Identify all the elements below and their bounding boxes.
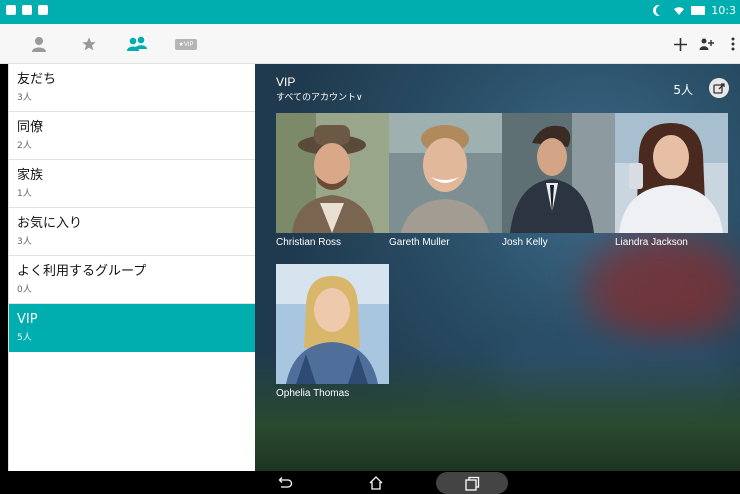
group-item-coworkers[interactable]: 同僚 2人	[9, 112, 255, 160]
back-button[interactable]	[275, 474, 295, 492]
group-count: 5人	[17, 333, 32, 343]
notification-icon	[22, 5, 32, 15]
group-count: 0人	[17, 285, 32, 295]
group-icon	[127, 36, 147, 51]
toolbar: ★VIP	[0, 24, 740, 64]
tab-groups[interactable]	[123, 30, 151, 58]
contact-photo	[276, 264, 389, 384]
export-button[interactable]	[709, 78, 729, 98]
recent-apps-button[interactable]	[462, 474, 482, 492]
contact-name: Christian Ross	[276, 237, 342, 248]
tab-favorites[interactable]	[75, 30, 103, 58]
export-icon	[713, 82, 725, 94]
add-group-icon	[699, 38, 714, 50]
group-name: よく利用するグループ	[17, 264, 147, 279]
group-item-vip[interactable]: VIP 5人	[9, 304, 255, 352]
home-icon	[369, 476, 383, 490]
add-contact-button[interactable]	[670, 31, 690, 57]
contact-card[interactable]: Josh Kelly	[502, 113, 615, 248]
group-count: 2人	[17, 141, 32, 151]
plus-icon	[673, 37, 687, 51]
contact-name: Liandra Jackson	[615, 237, 688, 248]
contact-photo	[615, 113, 728, 233]
group-detail-panel: VIP すべてのアカウント∨ 5人 Christian Ross Gareth …	[255, 64, 740, 471]
contact-photo	[276, 113, 389, 233]
group-header: VIP すべてのアカウント∨	[276, 75, 363, 103]
background-blur	[585, 234, 740, 344]
contact-card[interactable]: Gareth Muller	[389, 113, 502, 248]
group-name: VIP	[17, 312, 38, 327]
contact-card[interactable]: Liandra Jackson	[615, 113, 728, 248]
group-name: 家族	[17, 168, 44, 183]
group-count: 3人	[17, 93, 32, 103]
group-item-friends[interactable]: 友だち 3人	[9, 64, 255, 112]
group-title: VIP	[276, 75, 296, 89]
contact-name: Josh Kelly	[502, 237, 548, 248]
group-item-favorites[interactable]: お気に入り 3人	[9, 208, 255, 256]
screenshot-icon	[38, 5, 48, 15]
group-item-frequent[interactable]: よく利用するグループ 0人	[9, 256, 255, 304]
group-list: 友だち 3人 同僚 2人 家族 1人 お気に入り 3人 よく利用するグループ 0…	[8, 64, 255, 471]
cloud-icon	[6, 5, 16, 15]
contact-photo	[389, 113, 502, 233]
group-count: 3人	[17, 237, 32, 247]
tab-contacts[interactable]	[25, 30, 53, 58]
clock: 10:3	[711, 4, 736, 17]
more-icon	[731, 37, 735, 51]
wifi-icon	[674, 6, 685, 15]
status-bar: 10:3	[0, 0, 740, 24]
add-group-button[interactable]	[697, 31, 717, 57]
recent-apps-icon	[465, 476, 480, 491]
battery-icon	[691, 6, 706, 15]
star-icon	[82, 37, 96, 51]
member-count: 5人	[673, 83, 693, 97]
group-item-family[interactable]: 家族 1人	[9, 160, 255, 208]
back-icon	[278, 477, 293, 488]
vip-icon: ★VIP	[175, 38, 197, 50]
person-icon	[32, 37, 46, 52]
contact-card[interactable]: Christian Ross	[276, 113, 389, 248]
group-name: お気に入り	[17, 216, 83, 231]
navigation-bar	[0, 471, 740, 494]
tab-vip[interactable]: ★VIP	[173, 30, 199, 58]
do-not-disturb-icon	[656, 5, 667, 16]
home-button[interactable]	[366, 474, 386, 492]
contact-photo	[502, 113, 615, 233]
group-name: 友だち	[17, 72, 57, 87]
group-name: 同僚	[17, 120, 44, 135]
group-count: 1人	[17, 189, 32, 199]
contact-card[interactable]: Ophelia Thomas	[276, 264, 389, 399]
account-filter-dropdown[interactable]: すべてのアカウント∨	[276, 90, 363, 103]
contact-name: Ophelia Thomas	[276, 388, 350, 399]
more-options-button[interactable]	[728, 31, 738, 57]
contact-name: Gareth Muller	[389, 237, 450, 248]
